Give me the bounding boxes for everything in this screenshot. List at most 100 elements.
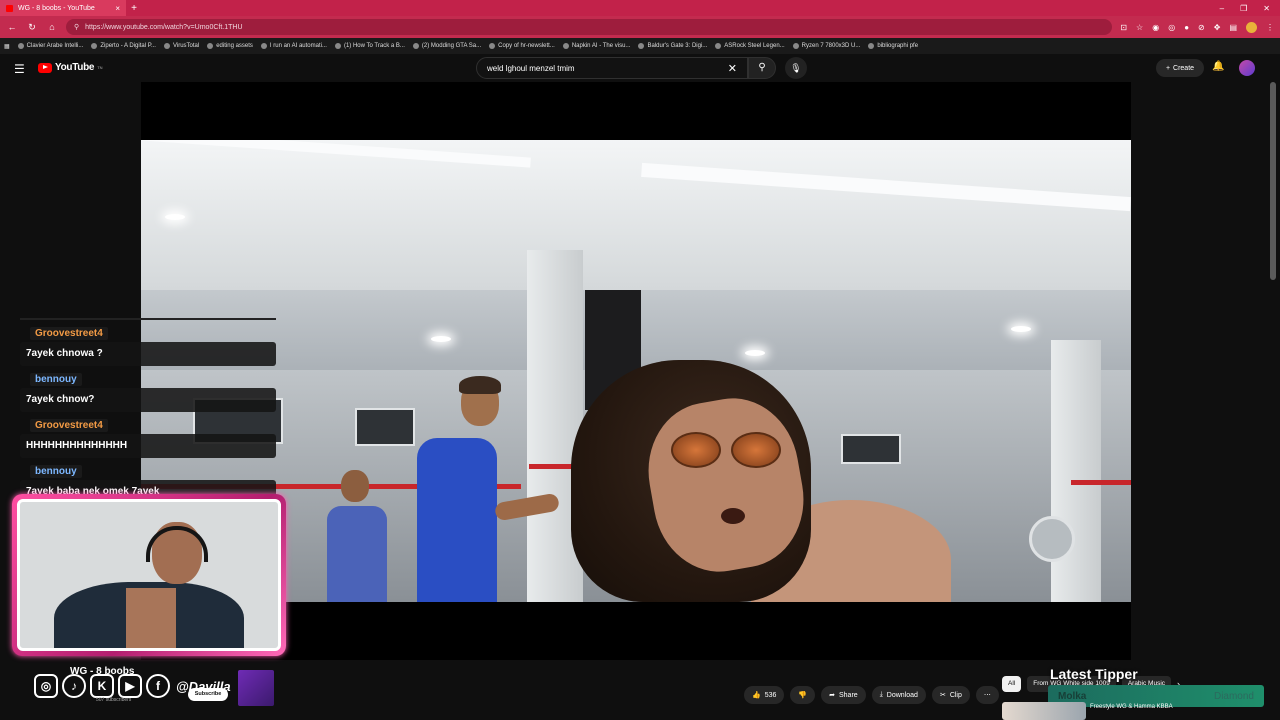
person-in-blue [397, 376, 561, 602]
bookmark-item[interactable]: Ziperto - A Digital P... [91, 43, 156, 49]
ceiling-light [165, 214, 185, 220]
like-button[interactable]: 👍 536 [744, 686, 785, 704]
bookmark-favicon-icon [334, 43, 341, 49]
chip-all[interactable]: All [1002, 676, 1022, 692]
extension-icon[interactable]: ⊘ [1198, 23, 1205, 32]
extension-icon[interactable]: ◉ [1152, 23, 1159, 32]
clear-search-icon[interactable]: ✕ [728, 62, 737, 75]
browser-tab[interactable]: WG - 8 boobs - YouTube × [0, 0, 126, 16]
home-icon[interactable]: ⌂ [46, 22, 58, 32]
plus-icon: + [1165, 64, 1171, 72]
close-window-icon[interactable]: ✕ [1263, 4, 1270, 13]
ceiling-light [431, 336, 451, 342]
webcam-feed [17, 499, 281, 651]
search-button[interactable]: ⚲ [748, 57, 776, 79]
bookmark-favicon-icon [638, 43, 645, 49]
profile-avatar[interactable] [1246, 21, 1257, 33]
bookmark-label: Napkin AI - The visu... [571, 43, 631, 49]
bookmark-item[interactable]: Napkin AI - The visu... [562, 43, 631, 49]
create-button[interactable]: + Create [1156, 59, 1204, 77]
share-button[interactable]: ➦ Share [821, 686, 866, 704]
extension-icon[interactable]: ● [1184, 23, 1189, 32]
person-body [327, 506, 387, 602]
bookmark-item[interactable]: I run an AI automati... [260, 43, 327, 49]
site-info-icon[interactable]: ⚲ [74, 23, 79, 31]
bookmark-item[interactable]: (1) How To Track a B... [334, 43, 405, 49]
video-player[interactable] [141, 82, 1131, 660]
bookmark-item[interactable]: VirusTotal [163, 43, 200, 49]
bookmark-favicon-icon [562, 43, 569, 49]
bookmark-item[interactable]: ASRock Steel Legen... [715, 43, 785, 49]
share-icon: ➦ [829, 692, 835, 699]
search-query: weld lghoul menzel tmim [487, 63, 575, 73]
new-tab-button[interactable]: + [126, 3, 142, 14]
webcam-overlay [12, 494, 286, 656]
reload-icon[interactable]: ↻ [26, 22, 38, 33]
bookmark-favicon-icon [260, 43, 267, 49]
bookmark-star-icon[interactable]: ☆ [1136, 23, 1143, 32]
notifications-icon[interactable]: 🔔 [1212, 61, 1224, 72]
bookmark-label: VirusTotal [172, 43, 200, 49]
sunglasses-lens [671, 432, 721, 468]
bookmark-item[interactable]: Ryzen 7 7800x3D U... [792, 43, 860, 49]
address-bar-row: ← ↻ ⌂ ⚲ https://www.youtube.com/watch?v=… [0, 16, 1280, 38]
youtube-favicon-icon [6, 4, 13, 12]
youtube-logo[interactable]: YouTube TN [38, 62, 103, 73]
puzzle-icon[interactable]: ✥ [1214, 23, 1221, 32]
recommended-title[interactable]: Freestyle WG & Hamma KBBA [1090, 704, 1173, 720]
recommended-video[interactable]: Freestyle WG & Hamma KBBA [1002, 702, 1173, 720]
pillar [1051, 340, 1101, 602]
chat-message: Groovestreet4 HHHHHHHHHHHHHH [20, 415, 277, 458]
subscriber-count: 507 subscribers [96, 697, 132, 703]
back-icon[interactable]: ← [6, 22, 18, 32]
subscribe-button[interactable]: Subscribe [188, 688, 228, 701]
clip-button[interactable]: ✂ Clip [931, 686, 970, 704]
bookmark-favicon-icon [792, 43, 799, 49]
minimize-icon[interactable]: – [1220, 4, 1224, 13]
download-button[interactable]: ⤓ Download [871, 686, 926, 704]
bookmark-label: editing assets [216, 43, 253, 49]
bookmark-item[interactable]: (2) Modding GTA Sa... [412, 43, 481, 49]
extension-icon[interactable]: ◎ [1168, 23, 1175, 32]
mic-icon: 🎙 [790, 63, 802, 73]
bookmark-item[interactable]: Baldur's Gate 3: Digi... [638, 43, 707, 49]
red-stripe [1071, 480, 1131, 485]
ceiling [141, 140, 1131, 290]
menu-icon[interactable]: ☰ [14, 62, 25, 76]
install-icon[interactable]: ⊡ [1120, 23, 1127, 32]
bookmark-item[interactable]: Clavier Arabe Intelli... [17, 43, 83, 49]
chat-message: bennouy 7ayek chnow? [20, 369, 277, 412]
thumbs-up-icon: 👍 [752, 692, 761, 699]
page-scrollbar[interactable] [1270, 82, 1276, 280]
apps-icon[interactable]: ▦ [4, 43, 10, 50]
streamer-chest [126, 588, 176, 648]
close-tab-icon[interactable]: × [115, 4, 120, 13]
bookmark-item[interactable]: editing assets [207, 43, 253, 49]
url-input[interactable]: ⚲ https://www.youtube.com/watch?v=Umo0Cf… [66, 19, 1113, 35]
share-label: Share [839, 691, 858, 699]
bookmark-label: Copy of hr-newslett... [498, 43, 555, 49]
chat-overlay: Groovestreet4 7ayek chnowa ? bennouy 7ay… [20, 318, 277, 504]
voice-search-button[interactable]: 🎙 [785, 57, 807, 79]
bookmark-item[interactable]: Copy of hr-newslett... [489, 43, 555, 49]
download-label: Download [886, 691, 918, 699]
kick-icon: K [90, 674, 114, 698]
bookmark-item[interactable]: bibliographi pfe [868, 43, 918, 49]
search-input[interactable]: weld lghoul menzel tmim ✕ [476, 57, 748, 79]
avatar[interactable] [1239, 60, 1255, 76]
recommended-thumbnail[interactable] [1002, 702, 1086, 720]
more-actions-button[interactable]: ⋯ [975, 686, 999, 704]
chat-text: 7ayek chnowa ? [20, 342, 276, 366]
tiktok-icon: ♪ [62, 674, 86, 698]
person-head [341, 470, 369, 502]
restore-icon[interactable]: ❐ [1240, 4, 1247, 13]
chat-username: Groovestreet4 [30, 327, 108, 340]
sidebar-icon[interactable]: ▤ [1229, 23, 1237, 32]
like-count: 536 [764, 691, 777, 699]
browser-menu-icon[interactable]: ⋮ [1266, 23, 1274, 32]
download-icon: ⤓ [879, 691, 883, 698]
chat-message: Groovestreet4 7ayek chnowa ? [20, 323, 277, 366]
person-body [417, 438, 497, 602]
chat-username: bennouy [30, 373, 82, 386]
dislike-button[interactable]: 👎 [790, 686, 816, 704]
